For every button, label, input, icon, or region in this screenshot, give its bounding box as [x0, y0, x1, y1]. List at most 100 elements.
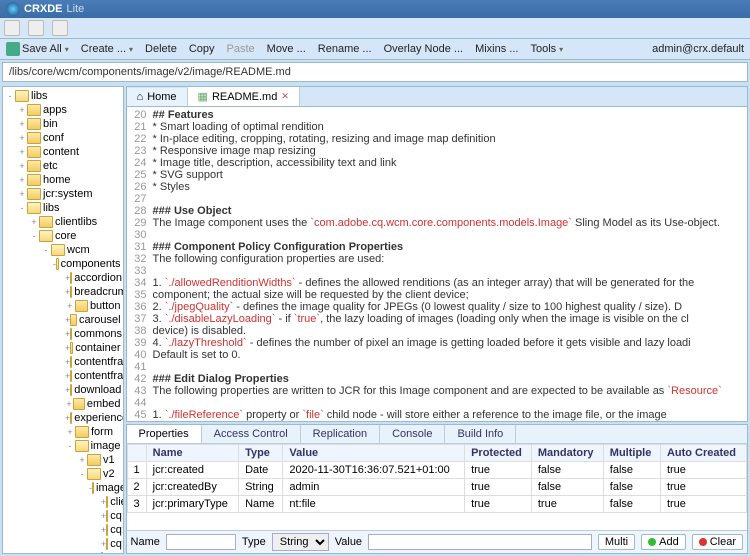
tree-twisty[interactable]: - — [29, 229, 39, 243]
tree-node[interactable]: +v1 — [3, 453, 123, 467]
tools-menu[interactable]: Tools — [530, 42, 563, 56]
tree-node[interactable]: +etc — [3, 159, 123, 173]
tree-node[interactable]: +cq:design_dialog — [3, 509, 123, 523]
code-editor[interactable]: 20## Features21* Smart loading of optima… — [126, 106, 748, 422]
multi-button[interactable]: Multi — [598, 534, 635, 550]
tree-node[interactable]: -wcm — [3, 243, 123, 257]
tab-home[interactable]: ⌂Home — [127, 88, 188, 106]
help-icon[interactable] — [52, 20, 68, 36]
col-type[interactable]: Type — [239, 445, 283, 462]
mixins-button[interactable]: Mixins ... — [475, 42, 518, 56]
tree-node[interactable]: -core — [3, 229, 123, 243]
tree-twisty[interactable]: + — [17, 145, 27, 159]
tree-node[interactable]: +container — [3, 341, 123, 355]
prop-type-select[interactable]: String — [272, 533, 329, 551]
folder-icon — [39, 216, 53, 228]
col-name[interactable]: Name — [146, 445, 238, 462]
tree-node[interactable]: +content — [3, 145, 123, 159]
tree-twisty[interactable]: - — [5, 89, 15, 103]
tab-replication[interactable]: Replication — [301, 425, 380, 443]
tree-node[interactable]: - libs — [3, 89, 123, 103]
tab-build-info[interactable]: Build Info — [445, 425, 516, 443]
tree-twisty[interactable]: - — [17, 201, 27, 215]
tree-label: libs — [31, 89, 48, 103]
tree-node[interactable]: +cq:editConfig — [3, 537, 123, 551]
tab-access-control[interactable]: Access Control — [202, 425, 301, 443]
tree-node[interactable]: +accordion — [3, 271, 123, 285]
tree-label: components — [61, 257, 121, 271]
prop-name-input[interactable] — [166, 534, 236, 550]
tree-node[interactable]: +jcr:system — [3, 187, 123, 201]
tree-twisty[interactable]: - — [77, 467, 87, 481]
tree-node[interactable]: -libs — [3, 201, 123, 215]
table-row[interactable]: 3jcr:primaryTypeNament:filetruetruefalse… — [127, 496, 746, 513]
tree-node[interactable]: +conf — [3, 131, 123, 145]
tree-node[interactable]: +contentfragment — [3, 355, 123, 369]
repository-tree[interactable]: - libs+apps+bin+conf+content+etc+home+jcr… — [2, 86, 124, 554]
home-icon[interactable] — [4, 20, 20, 36]
close-icon[interactable]: ✕ — [281, 91, 289, 102]
delete-button[interactable]: Delete — [145, 42, 177, 56]
tree-node[interactable]: +button — [3, 299, 123, 313]
tab-properties[interactable]: Properties — [127, 425, 202, 443]
tree-node[interactable]: -components — [3, 257, 123, 271]
tree-node[interactable]: +commons — [3, 327, 123, 341]
tree-node[interactable]: +embed — [3, 397, 123, 411]
tree-twisty[interactable]: + — [77, 453, 87, 467]
folder-icon — [106, 538, 108, 550]
tree-twisty[interactable]: + — [17, 187, 27, 201]
col-multiple[interactable]: Multiple — [603, 445, 660, 462]
tab-readme[interactable]: ▦README.md✕ — [188, 87, 300, 106]
tree-node[interactable]: +download — [3, 383, 123, 397]
tree-node[interactable]: +cq:dialog — [3, 523, 123, 537]
tree-twisty[interactable]: - — [65, 439, 75, 453]
user-label[interactable]: admin@crx.default — [652, 42, 744, 56]
tree-twisty[interactable]: + — [65, 425, 75, 439]
tree-twisty[interactable]: + — [17, 117, 27, 131]
tree-node[interactable]: +contentfragmentlist — [3, 369, 123, 383]
tree-twisty[interactable]: + — [65, 397, 73, 411]
tree-twisty[interactable]: + — [17, 131, 27, 145]
tree-twisty[interactable]: + — [29, 215, 39, 229]
col-mandatory[interactable]: Mandatory — [531, 445, 603, 462]
table-row[interactable]: 1jcr:createdDate2020-11-30T16:36:07.521+… — [127, 462, 746, 479]
tree-twisty[interactable]: + — [65, 299, 75, 313]
col-value[interactable]: Value — [283, 445, 465, 462]
add-button[interactable]: Add — [641, 534, 686, 550]
create-menu[interactable]: Create ... — [81, 42, 133, 56]
refresh-icon[interactable] — [28, 20, 44, 36]
table-row[interactable]: 2jcr:createdByStringadmintruefalsefalset… — [127, 479, 746, 496]
col-protected[interactable]: Protected — [465, 445, 532, 462]
tree-node[interactable]: icon.png — [3, 551, 123, 554]
bottom-panel: Properties Access Control Replication Co… — [126, 424, 748, 554]
tree-node[interactable]: -v2 — [3, 467, 123, 481]
tab-console[interactable]: Console — [380, 425, 445, 443]
tree-twisty[interactable]: + — [17, 173, 27, 187]
tree-node[interactable]: +carousel — [3, 313, 123, 327]
clear-button[interactable]: Clear — [692, 534, 743, 550]
tree-node[interactable]: +apps — [3, 103, 123, 117]
tree-node[interactable]: +bin — [3, 117, 123, 131]
properties-table[interactable]: Name Type Value Protected Mandatory Mult… — [127, 444, 747, 530]
move-button[interactable]: Move ... — [267, 42, 306, 56]
tree-label: contentfragment — [74, 355, 123, 369]
tree-node[interactable]: +clientlibs — [3, 215, 123, 229]
overlay-node-button[interactable]: Overlay Node ... — [384, 42, 463, 56]
tree-node[interactable]: +clientlibs — [3, 495, 123, 509]
path-bar[interactable]: /libs/core/wcm/components/image/v2/image… — [2, 62, 748, 82]
save-all-button[interactable]: Save All — [6, 42, 69, 56]
tree-node[interactable]: +home — [3, 173, 123, 187]
tree-node[interactable]: +breadcrumb — [3, 285, 123, 299]
tree-node[interactable]: -image — [3, 439, 123, 453]
col-auto-created[interactable]: Auto Created — [660, 445, 746, 462]
tree-twisty[interactable]: - — [41, 243, 51, 257]
rename-button[interactable]: Rename ... — [318, 42, 372, 56]
tree-twisty[interactable]: + — [17, 103, 27, 117]
tree-node[interactable]: -image — [3, 481, 123, 495]
tree-node[interactable]: +form — [3, 425, 123, 439]
prop-value-input[interactable] — [368, 534, 592, 550]
tree-node[interactable]: +experiencefragment — [3, 411, 123, 425]
folder-icon — [70, 286, 72, 298]
tree-twisty[interactable]: + — [17, 159, 27, 173]
copy-button[interactable]: Copy — [189, 42, 215, 56]
